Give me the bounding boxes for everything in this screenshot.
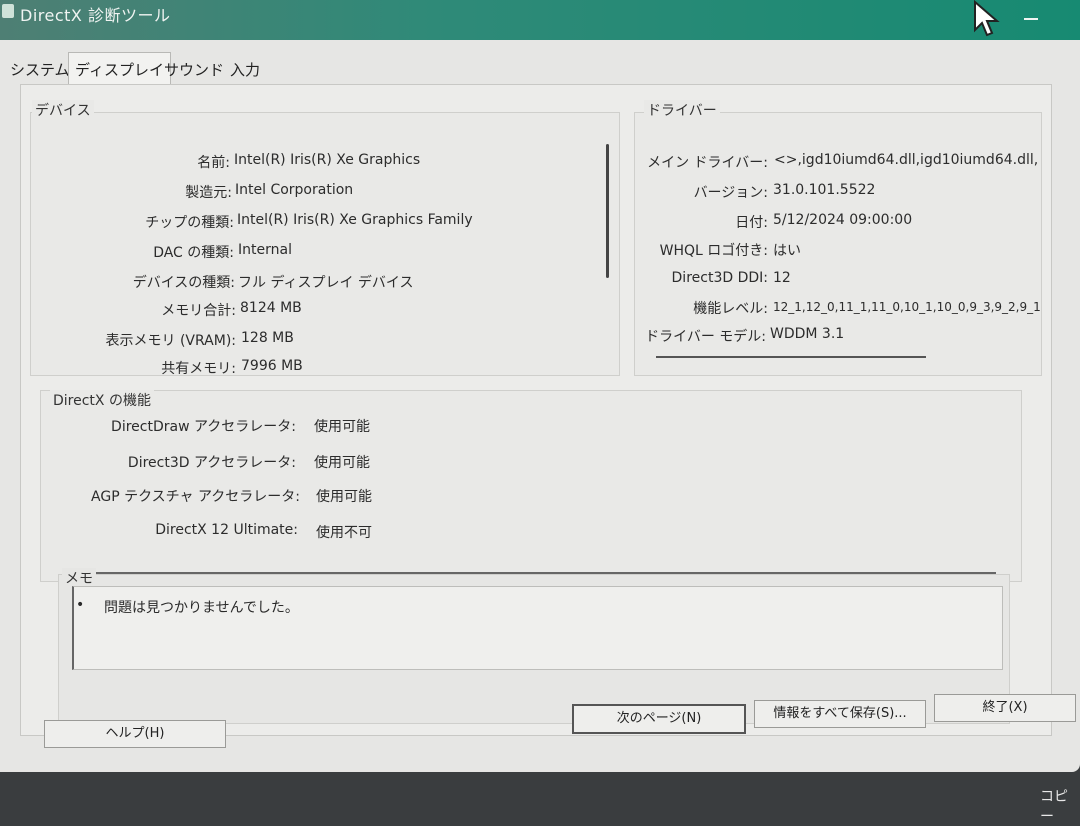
driver-date-label: 日付: bbox=[735, 215, 768, 231]
notes-group-top-line bbox=[90, 572, 996, 574]
device-name-label: 名前: bbox=[197, 155, 230, 171]
device-vram-value: 128 MB bbox=[241, 330, 294, 346]
driver-model-value: WDDM 3.1 bbox=[770, 326, 845, 342]
driver-feature-levels-label: 機能レベル: bbox=[693, 301, 768, 317]
direct3d-value: 使用可能 bbox=[314, 455, 370, 471]
driver-main-label: メイン ドライバー: bbox=[647, 155, 768, 171]
minimize-button[interactable] bbox=[1020, 4, 1044, 28]
tab-display[interactable]: ディスプレイ bbox=[68, 52, 171, 86]
agp-label: AGP テクスチャ アクセラレータ: bbox=[91, 489, 300, 505]
dxdiag-window: システム ディスプレイ サウンド 入力 デバイス 名前: Intel(R) Ir… bbox=[0, 40, 1080, 772]
directx12-ultimate-value: 使用不可 bbox=[316, 525, 372, 541]
device-chip-type-label: チップの種類: bbox=[145, 215, 234, 231]
notes-textbox[interactable]: • 問題は見つかりませんでした。 bbox=[72, 586, 1003, 670]
driver-whql-label: WHQL ロゴ付き: bbox=[659, 243, 768, 259]
device-name-value: Intel(R) Iris(R) Xe Graphics bbox=[234, 152, 421, 168]
device-shared-memory-value: 7996 MB bbox=[241, 358, 303, 374]
taskbar-copy-label[interactable]: コピー bbox=[1040, 786, 1080, 826]
driver-model-label: ドライバー モデル: bbox=[645, 329, 766, 345]
note-text: 問題は見つかりませんでした。 bbox=[104, 600, 299, 616]
driver-ddi-label: Direct3D DDI: bbox=[671, 270, 768, 286]
window-title: DirectX 診断ツール bbox=[20, 6, 171, 25]
title-bar: DirectX 診断ツール bbox=[0, 0, 1080, 40]
device-type-label: デバイスの種類: bbox=[132, 275, 235, 291]
driver-version-label: バージョン: bbox=[693, 185, 768, 201]
tab-input[interactable]: 入力 bbox=[224, 56, 266, 83]
save-all-information-button[interactable]: 情報をすべて保存(S)... bbox=[754, 700, 926, 728]
device-manufacturer-value: Intel Corporation bbox=[235, 182, 354, 198]
device-chip-type-value: Intel(R) Iris(R) Xe Graphics Family bbox=[237, 212, 473, 228]
directx-features-title: DirectX の機能 bbox=[50, 390, 154, 410]
tab-system[interactable]: システム bbox=[4, 56, 76, 83]
device-shared-memory-label: 共有メモリ: bbox=[161, 361, 236, 377]
exit-button[interactable]: 終了(X) bbox=[934, 694, 1076, 722]
device-dac-type-value: Internal bbox=[238, 242, 292, 258]
driver-date-value: 5/12/2024 09:00:00 bbox=[773, 212, 913, 228]
agp-value: 使用可能 bbox=[316, 489, 372, 505]
directx12-ultimate-label: DirectX 12 Ultimate: bbox=[155, 522, 298, 538]
driver-version-value: 31.0.101.5522 bbox=[773, 182, 876, 198]
directdraw-value: 使用可能 bbox=[314, 419, 370, 435]
next-page-button[interactable]: 次のページ(N) bbox=[572, 704, 746, 734]
direct3d-label: Direct3D アクセラレータ: bbox=[127, 455, 296, 471]
device-manufacturer-label: 製造元: bbox=[185, 185, 232, 201]
notes-group-title: メモ bbox=[62, 568, 96, 588]
driver-feature-levels-value: 12_1,12_0,11_1,11_0,10_1,10_0,9_3,9_2,9_… bbox=[773, 300, 1041, 314]
note-bullet: • bbox=[76, 597, 85, 613]
driver-whql-value: はい bbox=[773, 243, 801, 259]
device-total-memory-value: 8124 MB bbox=[240, 300, 302, 316]
directx-app-icon bbox=[2, 4, 14, 18]
tab-sound[interactable]: サウンド bbox=[158, 56, 230, 83]
mouse-cursor-icon bbox=[974, 0, 1000, 37]
help-button[interactable]: ヘルプ(H) bbox=[44, 720, 226, 748]
driver-group-title: ドライバー bbox=[644, 100, 720, 120]
device-total-memory-label: メモリ合計: bbox=[161, 303, 236, 319]
device-type-value: フル ディスプレイ デバイス bbox=[238, 275, 414, 291]
device-dac-type-label: DAC の種類: bbox=[153, 245, 234, 261]
driver-ddi-value: 12 bbox=[773, 270, 791, 286]
device-vram-label: 表示メモリ (VRAM): bbox=[105, 333, 236, 349]
driver-main-value: <>,igd10iumd64.dll,igd10iumd64.dll,igd1 bbox=[774, 152, 1038, 168]
device-group-title: デバイス bbox=[32, 100, 94, 120]
driver-scrollbar[interactable] bbox=[656, 356, 926, 358]
directdraw-label: DirectDraw アクセラレータ: bbox=[111, 419, 296, 435]
